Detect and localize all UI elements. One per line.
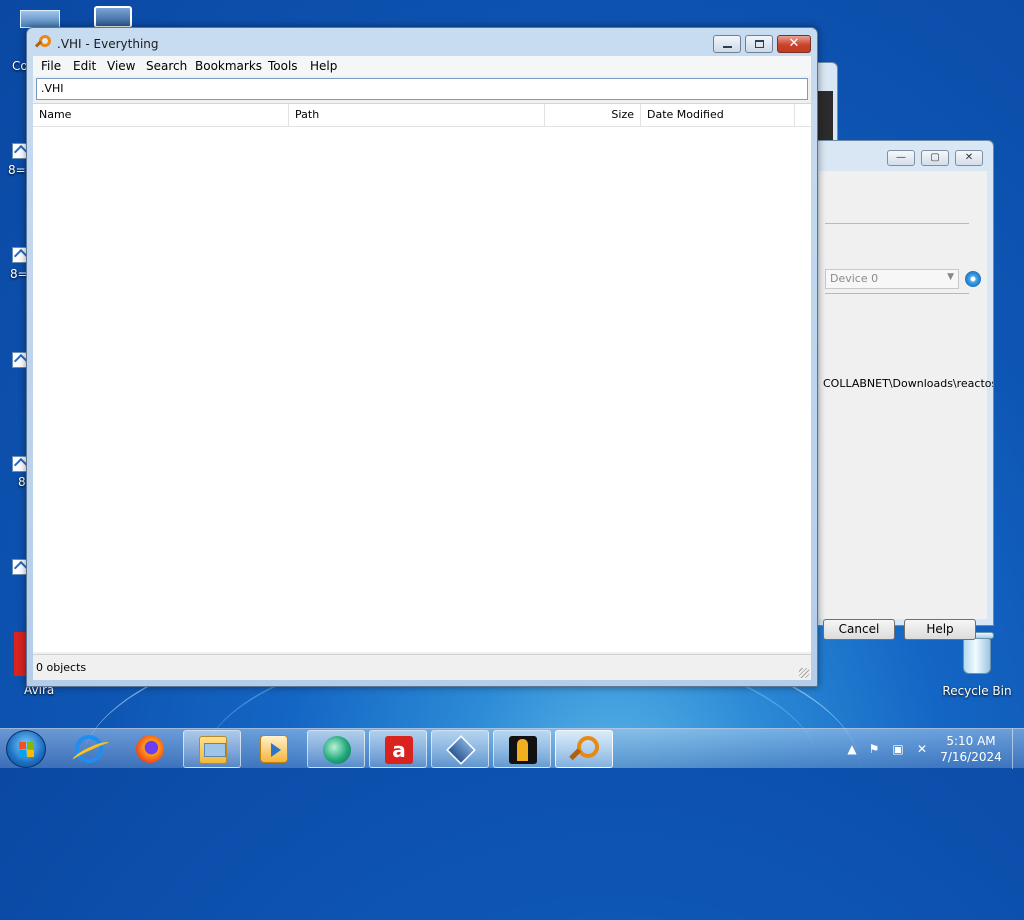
maximize-button[interactable] [745, 35, 773, 53]
taskbar-media-player[interactable] [245, 730, 303, 768]
show-desktop-button[interactable] [1012, 729, 1024, 769]
disc-icon[interactable] [965, 271, 981, 287]
column-header-row: Name Path Size Date Modified [33, 104, 811, 127]
close-button[interactable]: ✕ [777, 35, 811, 53]
column-header-name[interactable]: Name [33, 104, 289, 127]
start-button[interactable] [6, 730, 46, 768]
everything-app-icon [34, 35, 52, 51]
column-header-path[interactable]: Path [289, 104, 545, 127]
globe-app-icon [323, 736, 351, 764]
taskbar-everything[interactable] [555, 730, 613, 768]
windows-logo-icon [19, 742, 34, 757]
taskbar-globe-app[interactable] [307, 730, 365, 768]
cancel-button[interactable]: Cancel [823, 619, 895, 640]
close-button[interactable]: ✕ [955, 150, 983, 166]
tool-app-icon [509, 736, 537, 764]
taskbar-file-explorer[interactable] [183, 730, 241, 768]
media-player-icon [260, 735, 288, 763]
device-combo[interactable]: Device 0 ▼ [825, 269, 959, 289]
taskbar: a ▲ ⚑ ▣ ✕ 5:10 AM 7/16/2024 [0, 728, 1024, 769]
taskbar-tool-app[interactable] [493, 730, 551, 768]
divider [825, 293, 969, 294]
menu-help[interactable]: Help [310, 59, 337, 73]
chevron-down-icon: ▼ [947, 272, 954, 282]
maximize-icon [755, 40, 764, 48]
search-input[interactable]: .VHI [36, 78, 808, 100]
file-path-text: COLLABNET\Downloads\reactos... [823, 377, 993, 390]
title-bar[interactable]: .VHI - Everything ✕ [27, 28, 817, 56]
internet-explorer-icon [75, 735, 103, 763]
file-explorer-icon [199, 736, 227, 764]
virtualbox-icon [446, 735, 476, 765]
column-header-size[interactable]: Size [545, 104, 641, 127]
minimize-button[interactable] [713, 35, 741, 53]
minimize-button[interactable]: — [887, 150, 915, 166]
recycle-bin[interactable]: Recycle Bin [940, 630, 1014, 698]
desktop-icon-label: 8= [8, 163, 26, 177]
background-dialog[interactable]: — ▢ ✕ Device 0 ▼ COLLABNET\Downloads\rea… [812, 140, 994, 640]
menu-view[interactable]: View [107, 59, 135, 73]
menu-edit[interactable]: Edit [73, 59, 96, 73]
system-tray: ▲ ⚑ ▣ ✕ 5:10 AM 7/16/2024 [840, 729, 1024, 769]
clock-time: 5:10 AM [946, 734, 996, 748]
menu-search[interactable]: Search [146, 59, 187, 73]
everything-search-icon [569, 736, 599, 764]
close-icon: ✕ [788, 36, 800, 51]
status-bar: 0 objects [33, 654, 811, 680]
computer-desktop-icon[interactable] [20, 10, 60, 28]
action-center-flag-icon[interactable]: ⚑ [866, 741, 882, 757]
maximize-button[interactable]: ▢ [921, 150, 949, 166]
menu-bookmarks[interactable]: Bookmarks [195, 59, 262, 73]
taskbar-firefox[interactable] [121, 730, 179, 768]
chevron-up-icon[interactable]: ▲ [844, 741, 860, 757]
window-title: .VHI - Everything [57, 37, 159, 51]
dialog-body: Device 0 ▼ COLLABNET\Downloads\reactos..… [819, 171, 993, 640]
firefox-icon [136, 735, 164, 763]
everything-window[interactable]: .VHI - Everything ✕ File Edit View Searc… [26, 27, 818, 687]
avira-icon: a [385, 736, 413, 764]
minimize-icon [723, 46, 732, 48]
window-client: File Edit View Search Bookmarks Tools He… [33, 56, 811, 680]
resize-grip[interactable] [799, 668, 809, 678]
result-count: 0 objects [36, 661, 87, 674]
help-button[interactable]: Help [904, 619, 976, 640]
menu-tools[interactable]: Tools [268, 59, 298, 73]
taskbar-virtualbox[interactable] [431, 730, 489, 768]
virtualbox-desktop-icon[interactable] [94, 6, 132, 28]
clock[interactable]: 5:10 AM 7/16/2024 [936, 733, 1006, 765]
volume-muted-icon[interactable]: ✕ [914, 741, 930, 757]
clock-date: 7/16/2024 [940, 750, 1002, 764]
network-icon[interactable]: ▣ [890, 741, 906, 757]
divider [825, 223, 969, 224]
menu-file[interactable]: File [41, 59, 61, 73]
recycle-bin-label: Recycle Bin [942, 684, 1012, 698]
column-header-date-modified[interactable]: Date Modified [641, 104, 795, 127]
results-list[interactable]: Name Path Size Date Modified [33, 103, 811, 652]
device-combo-value: Device 0 [830, 272, 879, 285]
taskbar-internet-explorer[interactable] [60, 730, 118, 768]
menu-bar: File Edit View Search Bookmarks Tools He… [33, 56, 811, 76]
taskbar-avira[interactable]: a [369, 730, 427, 768]
desktop-icon-label: 8 [18, 475, 26, 489]
